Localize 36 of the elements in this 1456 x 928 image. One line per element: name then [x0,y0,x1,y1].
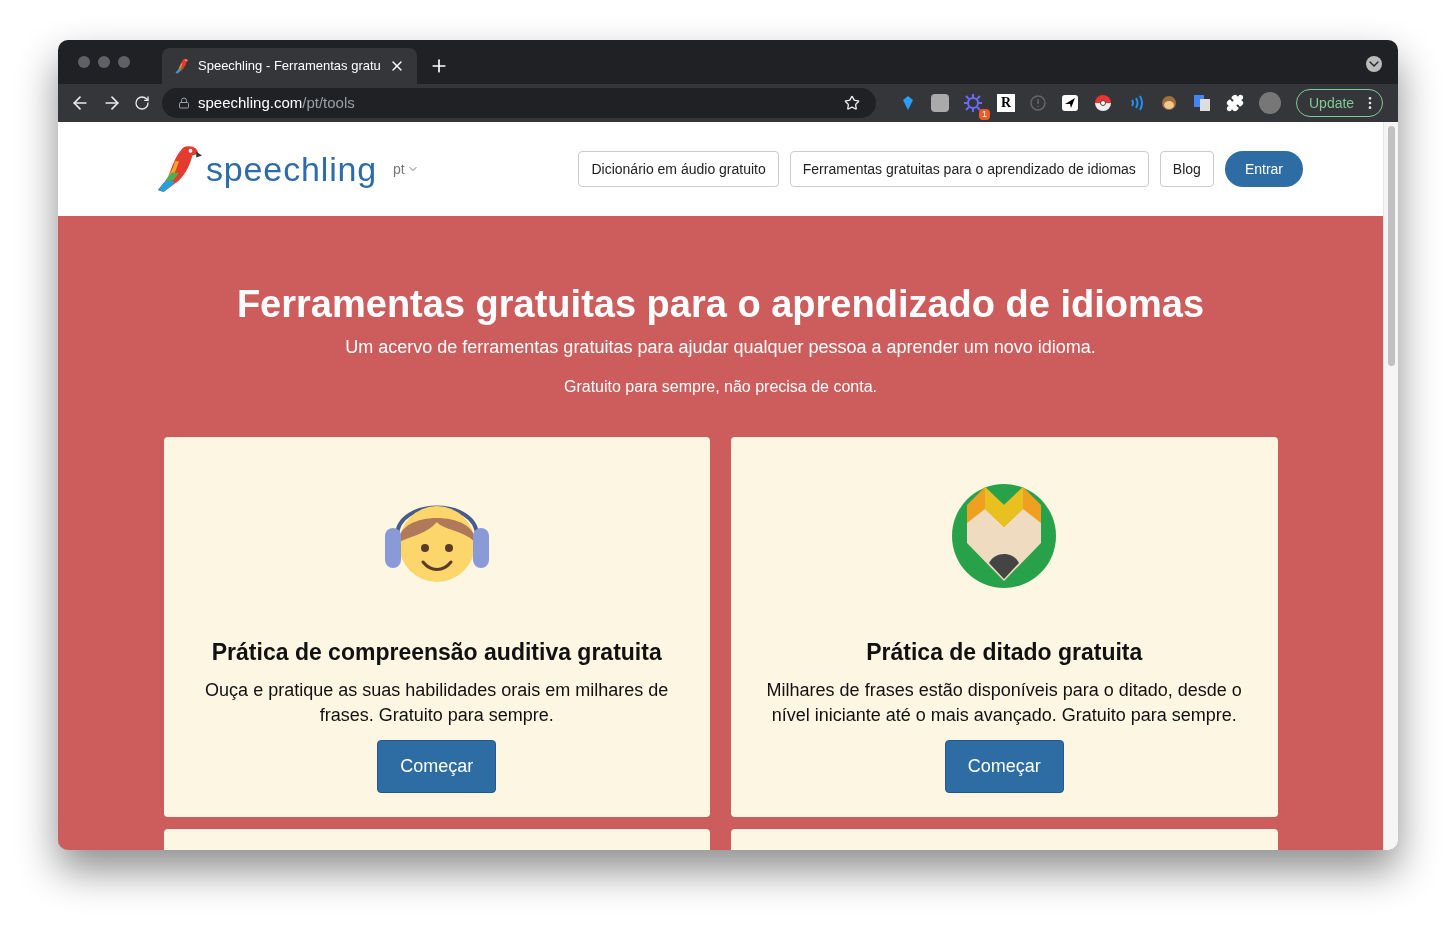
extension-badge: 1 [979,109,990,120]
start-button[interactable]: Começar [377,739,497,793]
language-selector[interactable]: pt [393,158,419,180]
browser-tab[interactable]: Speechling - Ferramentas gratu [162,48,417,84]
card-title: Prática de ditado gratuita [866,638,1143,667]
url-domain: speechling.com [198,92,303,113]
extensions-puzzle-icon[interactable] [1226,94,1244,112]
nav-button[interactable]: Blog [1159,151,1214,187]
scrollbar-thumb[interactable] [1387,126,1395,366]
hero-title: Ferramentas gratuitas para o aprendizado de idiomas [236,282,1205,326]
card-description: Milhares de frases estão disponíveis para o ditado, desde o nível iniciante até o mais avançado. Gratuito para sempre. [765,678,1243,727]
bookmark-star-icon[interactable] [844,95,860,111]
hero-note: Gratuito para sempre, não precisa de conta. [563,377,878,397]
starburst-icon[interactable] [964,94,982,112]
nav-button[interactable]: Dicionário em áudio gratuito [578,151,779,187]
parrot-logo-icon [174,58,190,74]
speechling-logo-text[interactable]: speechling [206,143,378,195]
pokeball-icon[interactable] [1094,94,1112,112]
gem-icon[interactable] [900,95,916,111]
url-path: /pt/tools [302,92,355,113]
card-description: Ouça e pratique as suas habilidades orais em milhares de frases. Gratuito para sempre. [204,678,670,727]
paper-plane-icon[interactable] [1061,94,1079,112]
nav-button[interactable]: Entrar [1224,151,1303,187]
r-extension-icon[interactable]: R [997,94,1015,112]
reload-icon[interactable] [134,95,150,111]
lock-icon [178,97,190,109]
start-button[interactable]: Começar [944,739,1064,793]
tab-title: Speechling - Ferramentas gratu [198,57,381,76]
nav-button[interactable]: Ferramentas gratuitas para o aprendizado de idiomas [789,151,1149,187]
address-bar[interactable]: speechling.com/pt/tools [162,88,876,118]
tab-search-icon[interactable] [1366,56,1382,72]
pencil-tip-icon [951,483,1058,589]
hero-subtitle: Um acervo de ferramentas gratuitas para ajudar qualquer pessoa a aprender um novo idioma. [345,336,1096,359]
card-title: Prática de compreensão auditiva gratuita [211,638,662,667]
avatar-icon[interactable] [1259,92,1281,114]
translate-icon[interactable] [1193,94,1211,112]
